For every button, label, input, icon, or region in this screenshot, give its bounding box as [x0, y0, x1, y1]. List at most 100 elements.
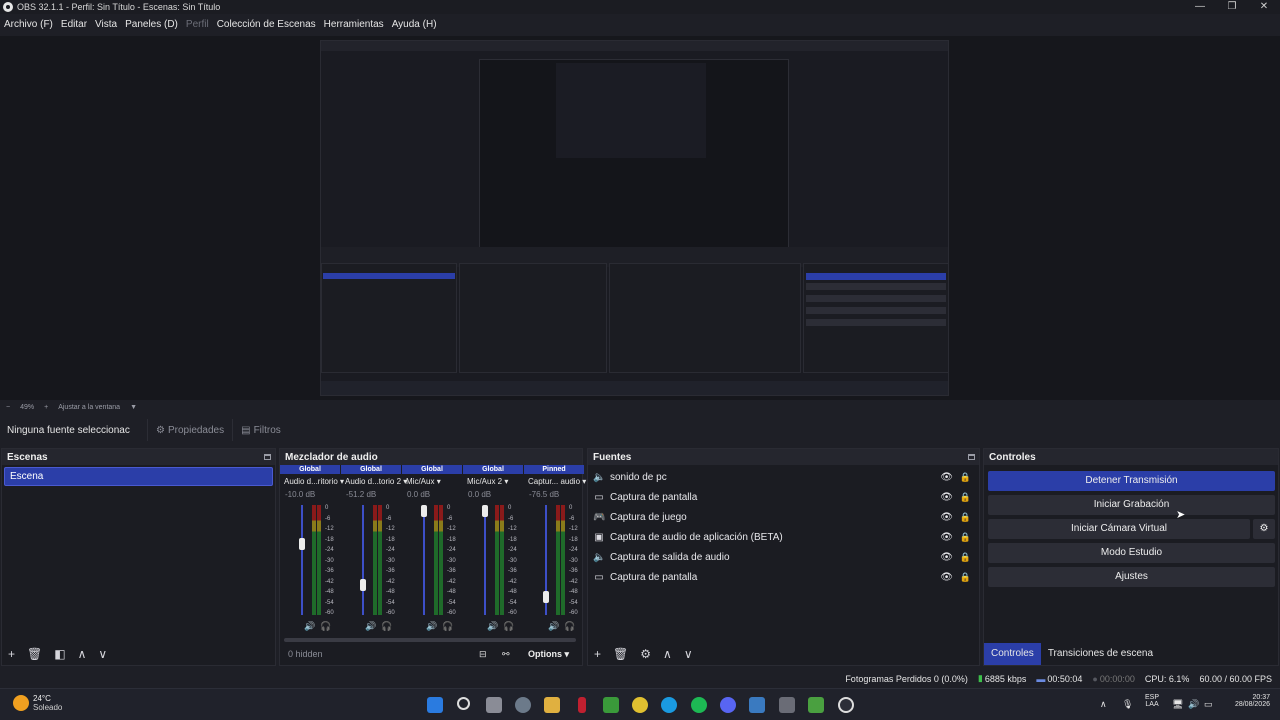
- network-icon[interactable]: 🖥: [1172, 699, 1183, 710]
- channel-name[interactable]: Captur... audio ▾: [524, 477, 586, 486]
- channel-name[interactable]: Mic/Aux 2 ▾: [463, 477, 523, 486]
- volume-slider-handle[interactable]: [543, 591, 549, 604]
- lock-icon[interactable]: 🔒: [960, 492, 971, 503]
- minimize-button[interactable]: —: [1184, 0, 1216, 14]
- clock[interactable]: 20:37 28/08/2026: [1228, 694, 1270, 708]
- scene-item[interactable]: Escena: [4, 467, 273, 486]
- virtual-camera-settings-button[interactable]: ⚙: [1253, 519, 1275, 539]
- lock-icon[interactable]: 🔒: [960, 552, 971, 563]
- headphones-icon[interactable]: 🎧: [564, 621, 575, 632]
- zoom-out-button[interactable]: −: [6, 404, 10, 411]
- close-button[interactable]: ✕: [1248, 0, 1280, 14]
- eye-icon[interactable]: 👁: [940, 552, 953, 563]
- mixer-scrollbar[interactable]: [284, 638, 576, 642]
- mixer-layout-icon[interactable]: ⊟: [479, 649, 487, 660]
- headphones-icon[interactable]: 🎧: [320, 621, 331, 632]
- menu-edit[interactable]: Editar: [61, 19, 87, 30]
- tab-transitions[interactable]: Transiciones de escena: [1041, 643, 1160, 665]
- zoom-in-button[interactable]: +: [44, 404, 48, 411]
- channel-name[interactable]: Audio d...ritorio ▾: [280, 477, 344, 486]
- discord-icon[interactable]: [720, 697, 736, 713]
- maximize-button[interactable]: ❐: [1216, 0, 1248, 14]
- trash-icon[interactable]: 🗑: [27, 647, 42, 661]
- search-icon[interactable]: [457, 697, 470, 710]
- source-item[interactable]: ▭ Captura de pantalla 👁 🔒: [588, 567, 979, 587]
- source-item[interactable]: 🔈 sonido de pc 👁 🔒: [588, 467, 979, 487]
- float-dock-icon[interactable]: [968, 454, 975, 460]
- scene-filter-icon[interactable]: ◧: [54, 647, 65, 661]
- volume-icon[interactable]: 🔊: [1188, 699, 1199, 710]
- lock-icon[interactable]: 🔒: [960, 512, 971, 523]
- stop-stream-button[interactable]: Detener Transmisión: [988, 471, 1275, 491]
- headphones-icon[interactable]: 🎧: [442, 621, 453, 632]
- move-up-button[interactable]: ∧: [663, 647, 672, 661]
- battery-icon[interactable]: ▭: [1204, 699, 1213, 710]
- zoom-dropdown-icon[interactable]: ▼: [130, 404, 137, 411]
- volume-slider-track[interactable]: [423, 505, 425, 615]
- channel-name[interactable]: Audio d...torio 2 ▾: [341, 477, 407, 486]
- add-source-button[interactable]: +: [594, 647, 601, 661]
- source-settings-icon[interactable]: ⚙: [640, 647, 651, 661]
- tray-chevron-icon[interactable]: ∧: [1100, 699, 1107, 710]
- photos-icon[interactable]: [749, 697, 765, 713]
- channel-name[interactable]: Mic/Aux ▾: [402, 477, 462, 486]
- menu-tools[interactable]: Herramientas: [324, 19, 384, 30]
- weather-widget[interactable]: 24°C Soleado: [13, 694, 62, 712]
- minecraft-icon[interactable]: [603, 697, 619, 713]
- eye-icon[interactable]: 👁: [940, 512, 953, 523]
- lock-icon[interactable]: 🔒: [960, 532, 971, 543]
- eye-icon[interactable]: 👁: [940, 532, 953, 543]
- chrome-icon[interactable]: [632, 697, 648, 713]
- speaker-icon[interactable]: 🔊: [548, 621, 559, 632]
- properties-button[interactable]: ⚙ Propiedades: [147, 419, 232, 441]
- volume-slider-track[interactable]: [301, 505, 303, 615]
- options-button[interactable]: Options ▾: [528, 649, 569, 660]
- volume-slider-handle[interactable]: [299, 538, 305, 551]
- float-dock-icon[interactable]: [264, 454, 271, 460]
- eye-icon[interactable]: 👁: [940, 572, 953, 583]
- speaker-icon[interactable]: 🔊: [487, 621, 498, 632]
- zoom-fit-label[interactable]: Ajustar a la ventana: [58, 404, 120, 411]
- move-down-button[interactable]: ∨: [684, 647, 693, 661]
- menu-view[interactable]: Vista: [95, 19, 117, 30]
- language-indicator[interactable]: ESP LAA: [1145, 694, 1159, 708]
- pen-app-icon[interactable]: [578, 697, 586, 713]
- edge-icon[interactable]: [661, 697, 677, 713]
- mixer-link-icon[interactable]: ⚯: [502, 649, 510, 660]
- task-view-icon[interactable]: [486, 697, 502, 713]
- move-up-button[interactable]: ∧: [78, 647, 87, 661]
- volume-slider-handle[interactable]: [482, 505, 488, 517]
- eye-icon[interactable]: 👁: [940, 472, 953, 483]
- menu-scene-collection[interactable]: Colección de Escenas: [217, 19, 316, 30]
- menu-file[interactable]: Archivo (F): [4, 19, 53, 30]
- source-item[interactable]: ▣ Captura de audio de aplicación (BETA) 👁 🔒: [588, 527, 979, 547]
- source-item[interactable]: 🔈 Captura de salida de audio 👁 🔒: [588, 547, 979, 567]
- settings-app-icon[interactable]: [515, 697, 531, 713]
- studio-mode-button[interactable]: Modo Estudio: [988, 543, 1275, 563]
- filters-button[interactable]: ▤ Filtros: [232, 419, 289, 441]
- volume-slider-track[interactable]: [484, 505, 486, 615]
- microphone-icon[interactable]: 🎙: [1122, 699, 1133, 710]
- headphones-icon[interactable]: 🎧: [381, 621, 392, 632]
- speaker-icon[interactable]: 🔊: [365, 621, 376, 632]
- calculator-icon[interactable]: [779, 697, 795, 713]
- start-recording-button[interactable]: Iniciar Grabación: [988, 495, 1275, 515]
- move-down-button[interactable]: ∨: [98, 647, 107, 661]
- headphones-icon[interactable]: 🎧: [503, 621, 514, 632]
- tab-controls[interactable]: Controles: [984, 643, 1041, 665]
- add-scene-button[interactable]: +: [8, 647, 15, 661]
- hidden-count[interactable]: 0 hidden: [288, 649, 323, 659]
- trash-icon[interactable]: 🗑: [613, 647, 628, 661]
- eye-icon[interactable]: 👁: [940, 492, 953, 503]
- source-item[interactable]: ▭ Captura de pantalla 👁 🔒: [588, 487, 979, 507]
- volume-slider-handle[interactable]: [360, 578, 366, 591]
- volume-slider-track[interactable]: [362, 505, 364, 615]
- settings-button[interactable]: Ajustes: [988, 567, 1275, 587]
- speaker-icon[interactable]: 🔊: [304, 621, 315, 632]
- source-item[interactable]: 🎮 Captura de juego 👁 🔒: [588, 507, 979, 527]
- start-virtual-camera-button[interactable]: Iniciar Cámara Virtual: [988, 519, 1250, 539]
- lock-icon[interactable]: 🔒: [960, 572, 971, 583]
- start-icon[interactable]: [427, 697, 443, 713]
- file-explorer-icon[interactable]: [544, 697, 560, 713]
- game-launcher-icon[interactable]: [808, 697, 824, 713]
